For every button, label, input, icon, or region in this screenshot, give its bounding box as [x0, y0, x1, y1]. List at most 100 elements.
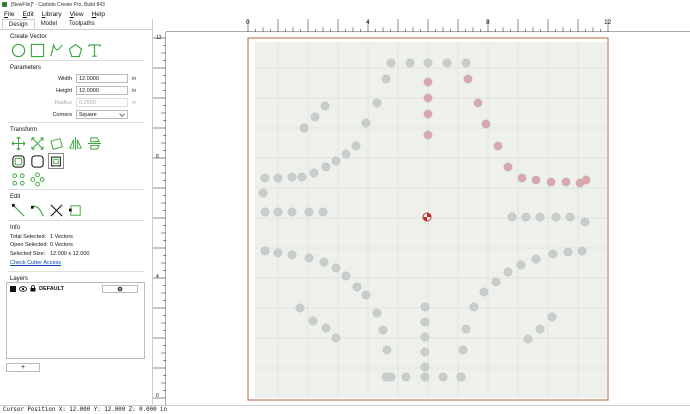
menu-file[interactable]: File: [4, 11, 15, 18]
hole-marker: [287, 207, 297, 217]
hole-marker: [321, 323, 331, 333]
width-unit: in: [132, 75, 137, 82]
menu-library[interactable]: Library: [42, 11, 62, 18]
info-title: Info: [10, 225, 21, 231]
tab-design[interactable]: Design: [2, 19, 35, 29]
hole-marker: [295, 303, 305, 313]
hole-marker: [310, 112, 320, 122]
lock-icon[interactable]: [30, 285, 36, 292]
circular-array-icon[interactable]: [29, 171, 45, 187]
layers-title: Layers: [10, 275, 29, 282]
rectangle-icon[interactable]: [29, 42, 45, 58]
hole-marker: [473, 98, 483, 108]
hole-marker: [507, 212, 517, 222]
horizontal-ruler: 0 4 8 12: [166, 19, 690, 32]
cut-icon[interactable]: [48, 202, 64, 218]
ruler-label-4: 4: [366, 19, 370, 26]
height-field[interactable]: 12.0000: [76, 86, 128, 95]
hole-marker: [531, 175, 541, 185]
tab-model[interactable]: Model: [35, 19, 63, 29]
mirror-icon[interactable]: [67, 135, 83, 151]
circle-icon[interactable]: [10, 42, 26, 58]
design-canvas[interactable]: [166, 32, 690, 405]
layers-list: DEFAULT: [6, 282, 145, 359]
eye-icon[interactable]: [19, 285, 27, 292]
node-edit-icon[interactable]: [10, 202, 26, 218]
layer-color-swatch[interactable]: [10, 285, 16, 292]
corners-row: Corners Square: [0, 109, 152, 120]
corners-select[interactable]: Square: [76, 110, 128, 119]
hole-marker: [273, 207, 283, 217]
hole-marker: [577, 246, 587, 256]
height-unit: in: [132, 87, 137, 94]
join-icon[interactable]: [67, 202, 83, 218]
add-layer-button[interactable]: +: [6, 363, 40, 372]
hole-marker: [503, 162, 513, 172]
scale-icon[interactable]: [29, 135, 45, 151]
divider: [8, 122, 144, 123]
center-marker-icon[interactable]: [422, 212, 432, 222]
transform-title: Transform: [10, 127, 38, 133]
ruler-label-v12: 12: [156, 35, 162, 41]
hole-marker: [308, 316, 318, 326]
status-bar: Cursor Position X: 12.000 Y: 12.000 Z: 0…: [0, 405, 690, 414]
hole-marker: [565, 212, 575, 222]
check-cutter-access-link[interactable]: Check Cutter Access: [10, 260, 152, 266]
hole-marker: [319, 257, 329, 267]
radius-unit: in: [132, 99, 137, 106]
ruler-label-0: 0: [246, 19, 250, 26]
hole-marker: [352, 282, 362, 292]
ruler-label-12: 12: [604, 19, 612, 26]
menu-edit[interactable]: Edit: [23, 11, 34, 18]
polygon-icon[interactable]: [67, 42, 83, 58]
rotate-icon[interactable]: [48, 135, 64, 151]
hole-marker: [297, 172, 307, 182]
layer-settings-button[interactable]: [102, 284, 138, 293]
menu-view[interactable]: View: [70, 11, 84, 18]
open-selected: Open Selected: 0 Vectors: [10, 242, 152, 248]
ruler-label-v4: 4: [156, 274, 159, 280]
trim-icon[interactable]: [29, 202, 45, 218]
hole-marker: [517, 173, 527, 183]
hole-marker: [420, 332, 430, 342]
move-icon[interactable]: [10, 135, 26, 151]
selected-size: Selected Size: 12.000 x 12.000: [10, 251, 152, 257]
hole-marker: [372, 308, 382, 318]
hole-marker: [386, 372, 396, 382]
title-bar: [NewFile]* - Carbide Create Pro, Build 8…: [0, 0, 690, 9]
hole-marker: [535, 212, 545, 222]
layer-row[interactable]: DEFAULT: [7, 283, 144, 294]
hole-marker: [331, 333, 341, 343]
menu-help[interactable]: Help: [92, 11, 105, 18]
hole-marker: [260, 246, 270, 256]
selected-size-value: 12.000 x 12.000: [50, 250, 90, 257]
ruler-label-v8: 8: [156, 154, 159, 160]
hole-marker: [320, 101, 330, 111]
text-icon[interactable]: [86, 42, 102, 58]
hole-marker: [318, 207, 328, 217]
hole-marker: [309, 168, 319, 178]
hole-marker: [372, 98, 382, 108]
hole-marker: [456, 372, 466, 382]
hole-marker: [469, 302, 479, 312]
divider: [8, 270, 144, 272]
offset-icon[interactable]: [10, 153, 26, 169]
hole-marker: [481, 119, 491, 129]
hole-marker: [273, 173, 283, 183]
height-label: Height: [56, 87, 72, 94]
curve-icon[interactable]: [48, 42, 64, 58]
open-selected-value: 0 Vectors: [50, 242, 73, 248]
hole-marker: [331, 156, 341, 166]
tab-toolpaths[interactable]: Toolpaths: [63, 19, 101, 29]
fillet-icon[interactable]: [29, 153, 45, 169]
hole-marker: [260, 207, 270, 217]
divider: [8, 60, 144, 61]
array-icon[interactable]: [10, 171, 26, 187]
canvas-drawing[interactable]: [166, 32, 690, 405]
align-icon[interactable]: [48, 153, 64, 169]
hole-marker: [491, 277, 501, 287]
flip-icon[interactable]: [86, 135, 102, 151]
app-icon: [2, 2, 7, 7]
width-field[interactable]: 12.0000: [76, 74, 128, 83]
radius-field[interactable]: 0.2500: [76, 98, 128, 107]
